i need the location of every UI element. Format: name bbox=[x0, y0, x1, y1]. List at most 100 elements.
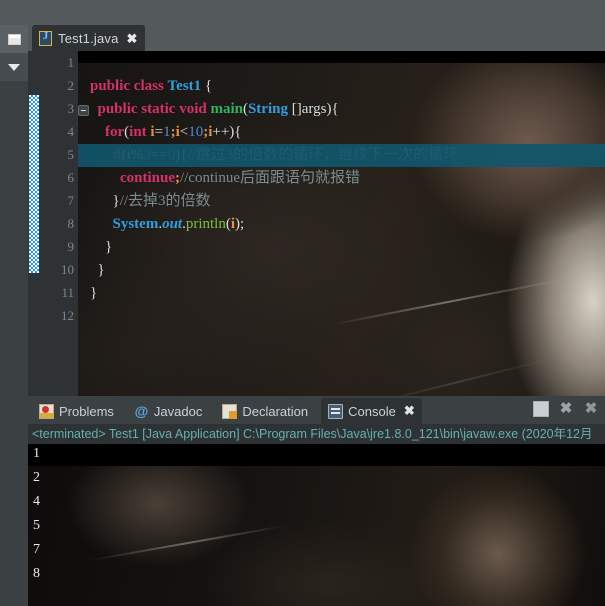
editor-tab-label: Test1.java bbox=[58, 30, 119, 46]
code-token: 1 bbox=[163, 124, 171, 140]
editor-area: Test1.java ✖ 123456789101112 public clas… bbox=[28, 0, 605, 396]
line-number: 5 bbox=[67, 147, 75, 162]
close-button[interactable]: ✖ bbox=[558, 401, 574, 417]
panel-tab-bar: Problems @ Javadoc Declaration Console ✖ bbox=[28, 398, 605, 424]
code-editor[interactable]: 1 2 3 4 5 6 7 8 9 10 11 12 public class Test1 { pub… bbox=[28, 51, 605, 396]
code-token: ); bbox=[235, 216, 245, 232]
bottom-panel: Problems @ Javadoc Declaration Console ✖ ✖ ✖ … bbox=[28, 396, 605, 606]
code-token: Test1 bbox=[167, 78, 202, 94]
code-line: } bbox=[90, 259, 105, 282]
code-token: public bbox=[90, 78, 131, 94]
code-line: } bbox=[90, 236, 112, 259]
remove-all-terminated-button[interactable]: ✖ bbox=[583, 401, 599, 417]
console-output[interactable]: 1 2 4 5 7 8 bbox=[28, 444, 605, 606]
restore-view-button[interactable] bbox=[0, 25, 28, 53]
console-output-line: 5 bbox=[33, 518, 40, 533]
code-token: { bbox=[201, 78, 213, 94]
panel-tab-javadoc[interactable]: @ Javadoc bbox=[127, 398, 209, 424]
code-token: } bbox=[112, 193, 120, 209]
line-number: 6 bbox=[67, 170, 75, 185]
view-menu-button[interactable] bbox=[0, 53, 28, 81]
code-fold-toggle[interactable] bbox=[78, 105, 89, 116]
code-token: < bbox=[179, 124, 189, 140]
code-token: println bbox=[185, 216, 226, 232]
code-token: []args){ bbox=[287, 101, 339, 117]
code-line: for(int i=1;i<10;i++){ bbox=[90, 121, 242, 144]
line-number: 2 bbox=[67, 78, 75, 93]
code-token: //continue后面跟语句就报错 bbox=[180, 170, 361, 186]
line-number: 4 bbox=[67, 124, 75, 139]
close-icon[interactable]: ✖ bbox=[404, 403, 415, 419]
current-line-highlight bbox=[78, 144, 605, 167]
code-token: for bbox=[105, 124, 125, 140]
console-background-image bbox=[28, 444, 605, 606]
minimize-restore-button[interactable] bbox=[533, 401, 549, 417]
editor-tab-bar: Test1.java ✖ bbox=[28, 25, 605, 51]
eclipse-ide-window: Test1.java ✖ 123456789101112 public clas… bbox=[0, 0, 605, 606]
line-number: 10 bbox=[61, 262, 74, 277]
javadoc-icon: @ bbox=[134, 402, 149, 419]
code-token: 10 bbox=[188, 124, 204, 140]
code-token: class bbox=[133, 78, 164, 94]
panel-tab-console[interactable]: Console ✖ bbox=[321, 398, 422, 424]
code-line: continue;//continue后面跟语句就报错 bbox=[90, 167, 360, 190]
line-number: 9 bbox=[67, 239, 75, 254]
code-token: public bbox=[97, 101, 138, 117]
panel-tab-label: Javadoc bbox=[153, 403, 203, 419]
code-token: main bbox=[210, 101, 243, 117]
line-number: 8 bbox=[67, 216, 75, 231]
console-status-line: <terminated> Test1 [Java Application] C:… bbox=[28, 424, 605, 444]
console-output-line: 1 bbox=[33, 446, 40, 461]
console-top-blank bbox=[28, 444, 605, 466]
code-token: System bbox=[112, 216, 159, 232]
code-token: int bbox=[129, 124, 147, 140]
code-token: String bbox=[247, 101, 288, 117]
annotation-marker[interactable] bbox=[29, 95, 39, 273]
editor-top-strip bbox=[28, 0, 605, 25]
line-number: 12 bbox=[61, 308, 74, 323]
code-token: = bbox=[154, 124, 164, 140]
code-token: } bbox=[90, 285, 98, 301]
code-token: void bbox=[179, 101, 207, 117]
code-token: continue bbox=[120, 170, 176, 186]
code-line: } bbox=[90, 282, 97, 305]
panel-tab-label: Problems bbox=[59, 403, 114, 419]
code-token: out bbox=[162, 216, 183, 232]
line-number: 7 bbox=[67, 193, 75, 208]
panel-tab-label: Declaration bbox=[242, 403, 309, 419]
console-output-line: 8 bbox=[33, 566, 40, 581]
left-view-bar-body bbox=[0, 81, 28, 606]
editor-tab-test1-java[interactable]: Test1.java ✖ bbox=[32, 25, 146, 51]
code-text: public class Test1 { public static void … bbox=[90, 51, 605, 396]
restore-icon bbox=[7, 33, 21, 45]
line-number-gutter: 1 2 3 4 5 6 7 8 9 10 11 12 bbox=[40, 51, 78, 396]
code-line: public class Test1 { bbox=[90, 75, 212, 98]
console-output-line: 7 bbox=[33, 542, 40, 557]
panel-toolbar: ✖ ✖ bbox=[533, 401, 599, 417]
chevron-down-icon bbox=[8, 63, 20, 71]
java-file-icon bbox=[39, 30, 52, 46]
panel-tab-declaration[interactable]: Declaration bbox=[215, 398, 315, 424]
line-number: 1 bbox=[67, 55, 75, 70]
left-view-bar bbox=[0, 0, 28, 606]
declaration-icon bbox=[222, 403, 238, 419]
annotation-column[interactable] bbox=[28, 51, 40, 396]
code-token: ++){ bbox=[212, 124, 242, 140]
code-token: //去掉3的倍数 bbox=[119, 193, 211, 209]
close-icon[interactable]: ✖ bbox=[127, 32, 138, 45]
code-line: System.out.println(i); bbox=[90, 213, 245, 236]
console-icon bbox=[328, 403, 344, 419]
line-number: 11 bbox=[61, 285, 74, 300]
console-output-line: 2 bbox=[33, 470, 40, 485]
left-view-bar-top bbox=[0, 0, 28, 25]
console-output-line: 4 bbox=[33, 494, 40, 509]
code-token: } bbox=[90, 262, 105, 278]
code-line: public static void main(String []args){ bbox=[90, 98, 339, 121]
problems-icon bbox=[39, 403, 54, 419]
code-token: } bbox=[90, 239, 113, 255]
panel-tab-problems[interactable]: Problems bbox=[32, 398, 121, 424]
